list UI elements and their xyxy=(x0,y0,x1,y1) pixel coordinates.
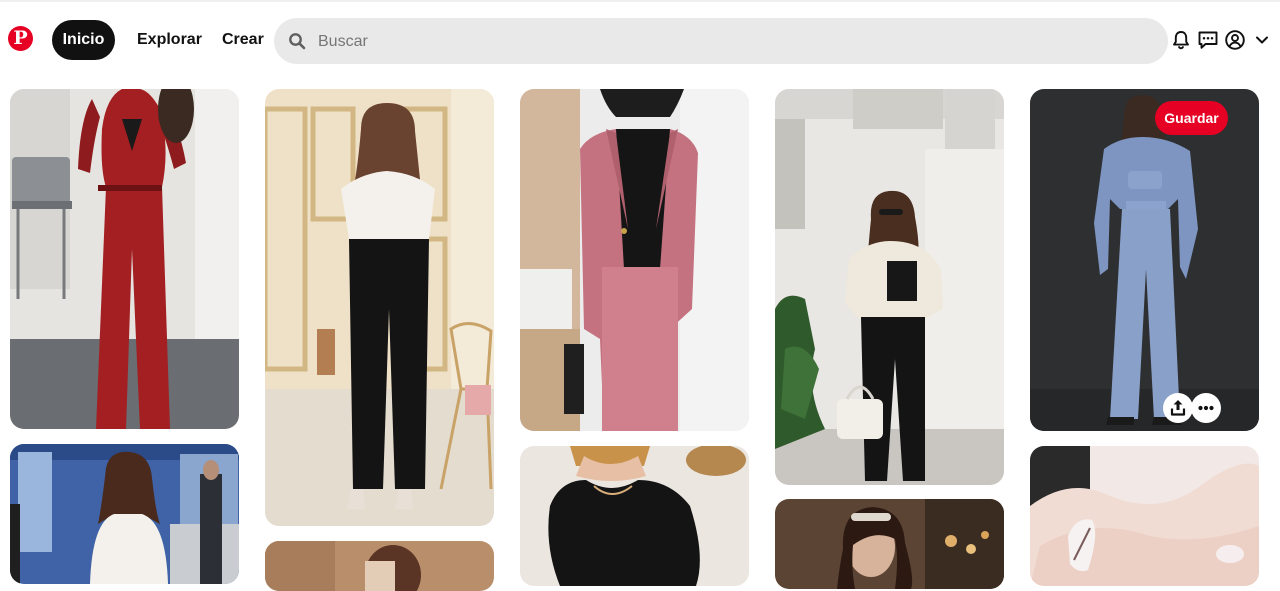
pin-card[interactable] xyxy=(265,541,494,591)
pin-card[interactable] xyxy=(520,89,749,431)
pin-image xyxy=(775,499,1004,589)
search-bar xyxy=(274,18,1168,66)
pin-card-hovered[interactable]: Guardar xyxy=(1030,89,1259,431)
more-options-icon xyxy=(1198,405,1214,411)
pin-image xyxy=(10,89,239,429)
chevron-down-icon[interactable] xyxy=(1251,29,1273,51)
nav-create-button[interactable]: Crear xyxy=(222,20,264,60)
pin-card[interactable] xyxy=(775,89,1004,485)
share-button[interactable] xyxy=(1163,393,1193,423)
search-input[interactable] xyxy=(316,18,1140,66)
nav-home-button[interactable]: Inicio xyxy=(52,20,115,60)
nav-explore-button[interactable]: Explorar xyxy=(137,20,202,60)
pin-image xyxy=(1030,89,1259,431)
pin-image xyxy=(1030,446,1259,586)
pin-card[interactable] xyxy=(265,89,494,526)
pin-card[interactable] xyxy=(10,89,239,429)
pin-card[interactable] xyxy=(520,446,749,586)
profile-icon[interactable] xyxy=(1224,29,1246,51)
pin-card[interactable] xyxy=(1030,446,1259,586)
pin-image xyxy=(265,541,494,591)
notifications-bell-icon[interactable] xyxy=(1170,29,1192,51)
pin-card[interactable] xyxy=(775,499,1004,589)
messages-icon[interactable] xyxy=(1197,29,1219,51)
pin-card[interactable] xyxy=(10,444,239,584)
more-options-button[interactable] xyxy=(1191,393,1221,423)
pinterest-logo-icon[interactable]: P xyxy=(8,26,33,51)
pin-image xyxy=(775,89,1004,485)
pin-image xyxy=(520,446,749,586)
share-icon xyxy=(1170,400,1186,416)
pin-image xyxy=(10,444,239,584)
save-button[interactable]: Guardar xyxy=(1155,101,1228,135)
pin-image xyxy=(520,89,749,431)
top-navigation-bar: P Inicio Explorar Crear xyxy=(0,2,1280,74)
pin-image xyxy=(265,89,494,526)
search-icon xyxy=(289,33,306,50)
